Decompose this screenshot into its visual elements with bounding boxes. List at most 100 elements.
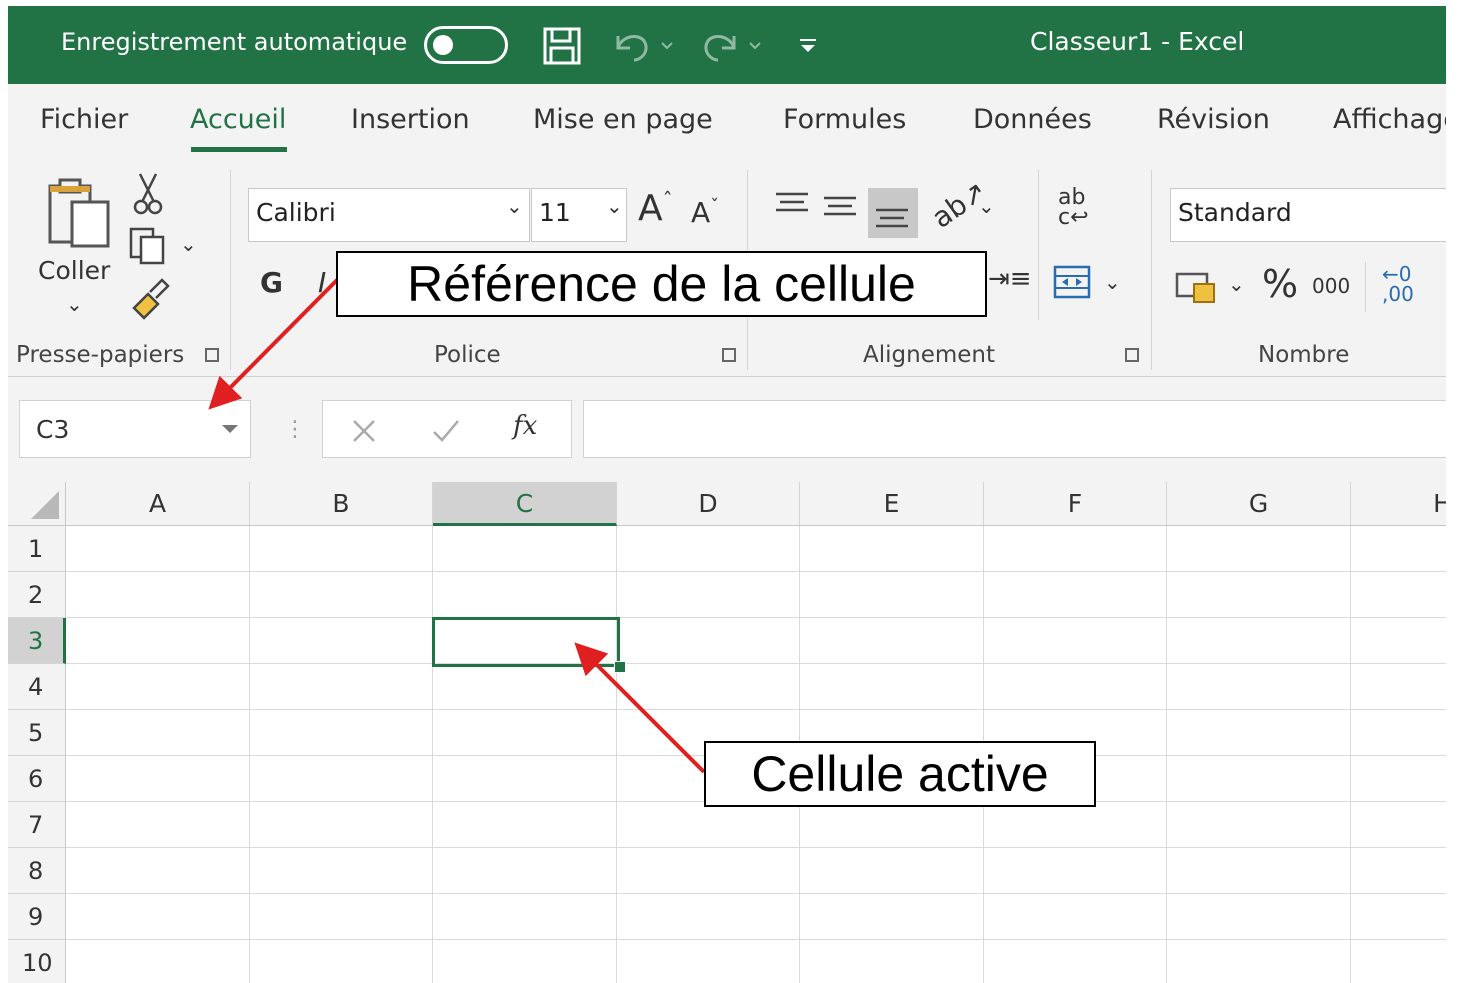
row-header-5[interactable]: 5: [8, 710, 66, 756]
row-header-7[interactable]: 7: [8, 802, 66, 848]
column-header-a[interactable]: A: [66, 482, 250, 526]
enter-icon[interactable]: [431, 418, 461, 444]
accounting-format-icon[interactable]: [1174, 268, 1218, 304]
row-header-8[interactable]: 8: [8, 848, 66, 894]
copy-dropdown-icon[interactable]: ⌄: [180, 232, 197, 256]
clipboard-launcher-icon[interactable]: [205, 348, 219, 362]
percent-button[interactable]: %: [1262, 262, 1298, 306]
redo-icon[interactable]: [698, 26, 768, 66]
font-name-value: Calibri: [256, 198, 336, 227]
title-bar: Enregistrement automatique Classeur1 - E…: [8, 6, 1446, 84]
bold-button[interactable]: G: [260, 266, 283, 299]
row-header-1[interactable]: 1: [8, 526, 66, 572]
formula-input[interactable]: [583, 400, 1446, 458]
align-top-icon[interactable]: [774, 190, 810, 220]
customize-toolbar-icon[interactable]: [796, 34, 820, 58]
column-gridline: [249, 526, 250, 983]
separator: [230, 170, 231, 370]
grow-font-icon[interactable]: Aˆ: [638, 188, 673, 229]
save-icon[interactable]: [542, 26, 582, 66]
paste-label[interactable]: Coller: [38, 256, 110, 285]
column-header-b[interactable]: B: [250, 482, 433, 526]
tab-revision[interactable]: Révision: [1157, 104, 1270, 135]
font-size-dropdown-icon[interactable]: ⌄: [606, 194, 623, 218]
font-name-dropdown-icon[interactable]: ⌄: [506, 194, 523, 218]
tab-formules[interactable]: Formules: [783, 104, 906, 135]
row-gridline: [66, 847, 1446, 848]
row-gridline: [66, 571, 1446, 572]
name-box-dropdown-icon[interactable]: [222, 425, 238, 433]
tab-donnees[interactable]: Données: [973, 104, 1092, 135]
row-header-9[interactable]: 9: [8, 894, 66, 940]
format-painter-icon[interactable]: [128, 278, 170, 320]
merge-center-icon[interactable]: [1052, 264, 1092, 300]
column-header-d[interactable]: D: [617, 482, 800, 526]
cancel-icon[interactable]: [351, 418, 377, 444]
row-header-2[interactable]: 2: [8, 572, 66, 618]
insert-function-icon[interactable]: fx: [513, 411, 537, 441]
indent-icon[interactable]: ⇥≡: [988, 264, 1032, 294]
row-header-10[interactable]: 10: [8, 940, 66, 983]
increase-decimal-icon[interactable]: ←0,00: [1382, 264, 1414, 304]
row-gridline: [66, 617, 1446, 618]
row-gridline: [66, 893, 1446, 894]
active-cell-c3[interactable]: [432, 617, 620, 667]
align-bottom-icon[interactable]: [874, 204, 910, 234]
thousands-button[interactable]: 000: [1312, 274, 1350, 298]
column-gridline: [1350, 526, 1351, 983]
column-header-e[interactable]: E: [800, 482, 984, 526]
accounting-dropdown-icon[interactable]: ⌄: [1228, 272, 1245, 296]
number-group-label: Nombre: [1258, 342, 1350, 368]
column-header-g[interactable]: G: [1167, 482, 1351, 526]
autosave-toggle[interactable]: [424, 26, 508, 64]
alignment-launcher-icon[interactable]: [1125, 348, 1139, 362]
undo-icon[interactable]: [610, 26, 680, 66]
formula-bar: C3 ⋮ fx: [8, 377, 1446, 482]
tab-accueil[interactable]: Accueil: [190, 104, 286, 135]
name-box[interactable]: C3: [19, 400, 251, 458]
row-header-3[interactable]: 3: [8, 618, 66, 664]
row-gridline: [66, 709, 1446, 710]
tab-mise-en-page[interactable]: Mise en page: [533, 104, 713, 135]
fill-handle[interactable]: [614, 661, 626, 673]
paste-dropdown-icon[interactable]: ⌄: [66, 292, 83, 316]
row-header-6[interactable]: 6: [8, 756, 66, 802]
name-box-value: C3: [36, 415, 70, 444]
row-header-4[interactable]: 4: [8, 664, 66, 710]
wrap-text-icon[interactable]: ab c↩: [1058, 187, 1089, 229]
shrink-font-icon[interactable]: Aˇ: [691, 196, 719, 229]
ribbon-tabs: Fichier Accueil Insertion Mise en page F…: [8, 84, 1446, 164]
row-gridline: [66, 663, 1446, 664]
italic-button[interactable]: I: [318, 266, 326, 299]
column-header-c[interactable]: C: [433, 482, 617, 526]
separator: [1151, 170, 1152, 370]
orientation-dropdown-icon[interactable]: ⌄: [978, 194, 995, 218]
active-tab-indicator: [191, 147, 287, 152]
copy-icon[interactable]: [128, 226, 168, 266]
font-launcher-icon[interactable]: [722, 348, 736, 362]
column-gridline: [616, 526, 617, 983]
number-format-select[interactable]: Standard: [1170, 188, 1446, 242]
font-name-select[interactable]: Calibri: [248, 188, 530, 242]
formula-buttons: fx: [322, 400, 572, 458]
reference-callout: Référence de la cellule: [336, 251, 987, 317]
active-cell-callout: Cellule active: [704, 741, 1096, 807]
font-size-value: 11: [539, 198, 571, 227]
row-gridline: [66, 939, 1446, 940]
paste-icon[interactable]: [44, 172, 114, 252]
clipboard-group-label: Presse-papiers: [16, 342, 185, 368]
column-header-f[interactable]: F: [984, 482, 1167, 526]
tab-affichage[interactable]: Affichage: [1333, 104, 1446, 135]
separator: [1365, 262, 1366, 312]
align-middle-icon[interactable]: [822, 194, 858, 224]
column-header-h[interactable]: H: [1351, 482, 1446, 526]
font-group-label: Police: [434, 342, 501, 368]
toggle-knob: [433, 35, 453, 55]
tab-fichier[interactable]: Fichier: [40, 104, 128, 135]
formula-bar-grip-icon[interactable]: ⋮: [284, 417, 306, 442]
cut-icon[interactable]: [132, 172, 164, 216]
tab-insertion[interactable]: Insertion: [351, 104, 470, 135]
merge-dropdown-icon[interactable]: ⌄: [1104, 270, 1121, 294]
select-all-icon[interactable]: [8, 482, 66, 526]
separator: [1038, 170, 1039, 320]
